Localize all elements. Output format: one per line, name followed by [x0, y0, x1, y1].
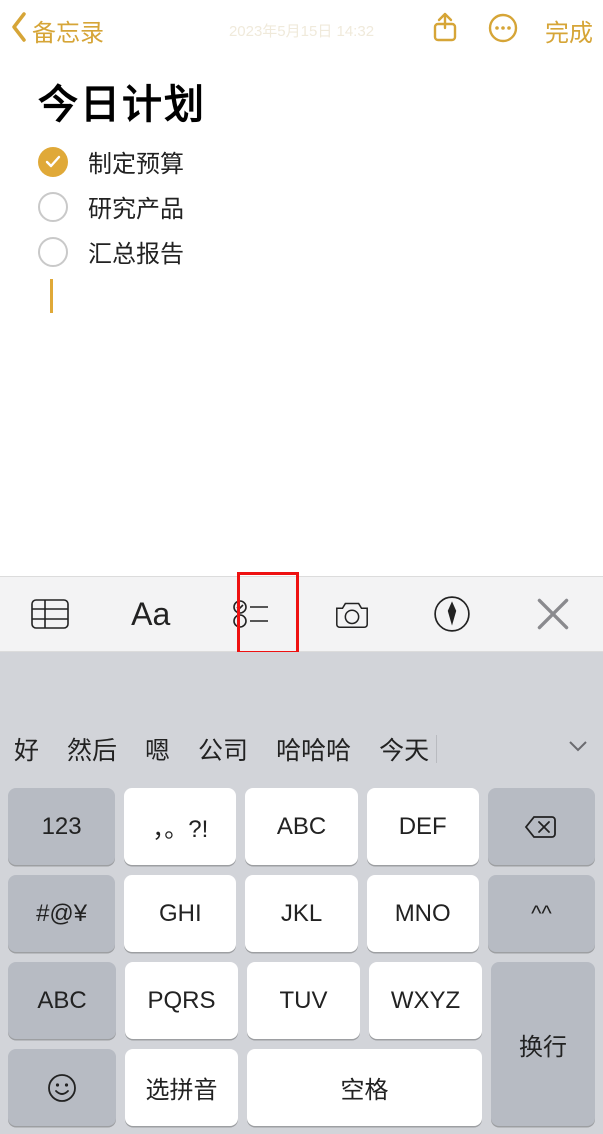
format-toolbar: Aa — [0, 576, 603, 652]
markup-button[interactable] — [402, 577, 503, 651]
checklist-item[interactable]: 制定预算 — [38, 144, 565, 179]
key-space[interactable]: 空格 — [247, 1049, 482, 1126]
key-return[interactable]: 换行 — [491, 962, 595, 1126]
keyboard-gap — [0, 652, 603, 714]
table-button[interactable] — [0, 577, 101, 651]
checklist-item[interactable]: 研究产品 — [38, 189, 565, 224]
checklist-label[interactable]: 制定预算 — [88, 144, 184, 179]
candidate[interactable]: 公司 — [198, 731, 248, 767]
key-delete[interactable] — [488, 788, 595, 865]
checklist-label[interactable]: 研究产品 — [88, 189, 184, 224]
key-punct[interactable]: ，。?! — [124, 788, 236, 865]
key-wxyz[interactable]: WXYZ — [369, 962, 482, 1039]
key-def[interactable]: DEF — [367, 788, 479, 865]
checklist-item[interactable]: 汇总报告 — [38, 234, 565, 269]
text-cursor — [50, 279, 53, 313]
key-emoji[interactable] — [8, 1049, 116, 1126]
chevron-down-icon — [567, 735, 589, 757]
candidate[interactable]: 今天 — [379, 731, 429, 767]
note-title[interactable]: 今日计划 — [38, 72, 565, 130]
text-format-button[interactable]: Aa — [101, 577, 202, 651]
table-icon — [31, 595, 69, 633]
checklist-icon — [232, 595, 270, 633]
share-button[interactable] — [429, 12, 461, 49]
checkbox-checked-icon[interactable] — [38, 147, 68, 177]
nav-bar: 备忘录 2023年5月15日 14:32 完成 — [0, 0, 603, 60]
back-label: 备忘录 — [32, 13, 104, 48]
candidate-row: 好 然后 嗯 公司 哈哈哈 今天 — [0, 714, 603, 784]
delete-icon — [524, 813, 558, 841]
candidate[interactable]: 嗯 — [145, 731, 170, 767]
more-icon — [487, 12, 519, 44]
key-kaomoji[interactable]: ^^ — [488, 875, 595, 952]
chevron-left-icon — [10, 12, 28, 49]
note-body[interactable]: 今日计划 制定预算 研究产品 汇总报告 — [0, 60, 603, 313]
key-abc[interactable]: ABC — [245, 788, 357, 865]
back-button[interactable]: 备忘录 — [10, 12, 104, 49]
camera-button[interactable] — [302, 577, 403, 651]
key-pqrs[interactable]: PQRS — [125, 962, 238, 1039]
camera-icon — [333, 595, 371, 633]
expand-candidates-button[interactable] — [567, 735, 589, 764]
key-pinyin[interactable]: 选拼音 — [125, 1049, 238, 1126]
key-symbols[interactable]: #@¥ — [8, 875, 115, 952]
key-mno[interactable]: MNO — [367, 875, 479, 952]
smile-icon — [47, 1073, 77, 1103]
close-icon — [534, 595, 572, 633]
key-mode-abc[interactable]: ABC — [8, 962, 116, 1039]
key-numbers[interactable]: 123 — [8, 788, 115, 865]
share-icon — [429, 12, 461, 44]
candidate[interactable]: 好 — [14, 731, 39, 767]
close-toolbar-button[interactable] — [503, 577, 603, 651]
key-ghi[interactable]: GHI — [124, 875, 236, 952]
pen-circle-icon — [433, 595, 471, 633]
key-jkl[interactable]: JKL — [245, 875, 357, 952]
key-tuv[interactable]: TUV — [247, 962, 360, 1039]
done-button[interactable]: 完成 — [545, 13, 593, 48]
checkbox-unchecked-icon[interactable] — [38, 237, 68, 267]
checkbox-unchecked-icon[interactable] — [38, 192, 68, 222]
candidate[interactable]: 然后 — [67, 731, 117, 767]
checklist-button[interactable] — [201, 577, 302, 651]
more-button[interactable] — [487, 12, 519, 49]
keyboard: 好 然后 嗯 公司 哈哈哈 今天 123 ，。?! ABC DEF #@ — [0, 714, 603, 1134]
candidate[interactable]: 哈哈哈 — [276, 731, 351, 767]
checklist-label[interactable]: 汇总报告 — [88, 234, 184, 269]
